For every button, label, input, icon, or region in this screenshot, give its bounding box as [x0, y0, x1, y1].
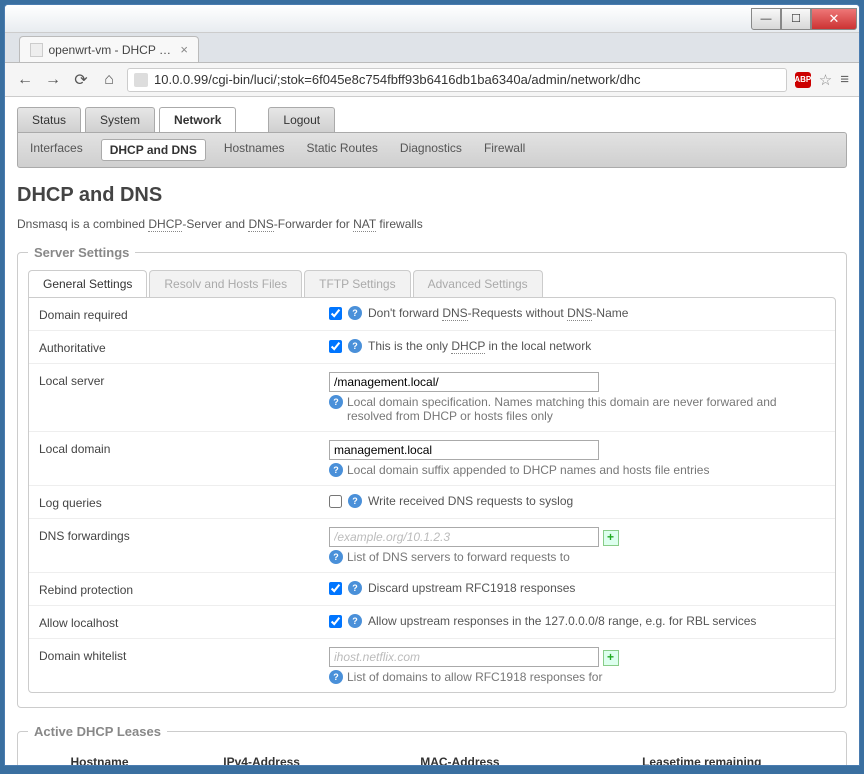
log-queries-label: Log queries: [39, 494, 329, 510]
subtab-interfaces[interactable]: Interfaces: [26, 139, 87, 161]
help-icon[interactable]: ?: [348, 581, 362, 595]
log-queries-checkbox[interactable]: [329, 495, 342, 508]
inner-tab-advanced[interactable]: Advanced Settings: [413, 270, 543, 297]
help-icon[interactable]: ?: [329, 550, 343, 564]
local-server-input[interactable]: [329, 372, 599, 392]
page-description: Dnsmasq is a combined DHCP-Server and DN…: [17, 217, 847, 231]
local-domain-input[interactable]: [329, 440, 599, 460]
rebind-protection-checkbox[interactable]: [329, 582, 342, 595]
local-domain-hint: Local domain suffix appended to DHCP nam…: [347, 463, 709, 477]
local-server-label: Local server: [39, 372, 329, 423]
col-leasetime: Leasetime remaining: [568, 749, 836, 765]
authoritative-checkbox[interactable]: [329, 340, 342, 353]
domain-required-text: Don't forward DNS-Requests without DNS-N…: [368, 306, 628, 320]
subtab-static-routes[interactable]: Static Routes: [303, 139, 382, 161]
allow-localhost-label: Allow localhost: [39, 614, 329, 630]
domain-required-label: Domain required: [39, 306, 329, 322]
inner-tab-resolv[interactable]: Resolv and Hosts Files: [149, 270, 302, 297]
add-entry-button[interactable]: [603, 650, 619, 666]
home-button[interactable]: ⌂: [99, 71, 119, 89]
rebind-protection-label: Rebind protection: [39, 581, 329, 597]
general-settings-panel: Domain required ? Don't forward DNS-Requ…: [28, 297, 836, 693]
adblock-icon[interactable]: ABP: [795, 72, 811, 88]
active-leases-legend: Active DHCP Leases: [28, 724, 167, 739]
dns-forwardings-label: DNS forwardings: [39, 527, 329, 564]
active-leases-table: Hostname IPv4-Address MAC-Address Leaset…: [28, 749, 836, 765]
sub-nav: Interfaces DHCP and DNS Hostnames Static…: [17, 132, 847, 168]
window-maximize-button[interactable]: ☐: [781, 8, 811, 30]
col-hostname: Hostname: [28, 749, 171, 765]
tab-logout[interactable]: Logout: [268, 107, 335, 132]
tab-close-icon[interactable]: ×: [180, 42, 188, 57]
help-icon[interactable]: ?: [329, 463, 343, 477]
dns-forwardings-hint: List of DNS servers to forward requests …: [347, 550, 570, 564]
page-favicon: [30, 43, 43, 57]
rebind-protection-text: Discard upstream RFC1918 responses: [368, 581, 575, 595]
server-settings-legend: Server Settings: [28, 245, 135, 260]
tab-network[interactable]: Network: [159, 107, 236, 132]
server-settings-fieldset: Server Settings General Settings Resolv …: [17, 245, 847, 708]
local-domain-label: Local domain: [39, 440, 329, 477]
subtab-firewall[interactable]: Firewall: [480, 139, 529, 161]
browser-toolbar: ← → ⟳ ⌂ ABP ☆ ≡: [5, 63, 859, 97]
subtab-dhcp-dns[interactable]: DHCP and DNS: [101, 139, 206, 161]
help-icon[interactable]: ?: [348, 494, 362, 508]
forward-button[interactable]: →: [43, 71, 63, 89]
help-icon[interactable]: ?: [329, 395, 343, 409]
tab-system[interactable]: System: [85, 107, 155, 132]
help-icon[interactable]: ?: [348, 339, 362, 353]
authoritative-label: Authoritative: [39, 339, 329, 355]
window-minimize-button[interactable]: —: [751, 8, 781, 30]
allow-localhost-text: Allow upstream responses in the 127.0.0.…: [368, 614, 756, 628]
browser-tab[interactable]: openwrt-vm - DHCP and ... ×: [19, 36, 199, 62]
browser-tab-title: openwrt-vm - DHCP and ...: [49, 43, 175, 57]
col-ipv4: IPv4-Address: [171, 749, 352, 765]
subtab-diagnostics[interactable]: Diagnostics: [396, 139, 466, 161]
browser-window: — ☐ ✕ openwrt-vm - DHCP and ... × ← → ⟳ …: [4, 4, 860, 766]
dns-forwardings-input[interactable]: [329, 527, 599, 547]
help-icon[interactable]: ?: [329, 670, 343, 684]
active-leases-fieldset: Active DHCP Leases Hostname IPv4-Address…: [17, 724, 847, 765]
inner-tab-tftp[interactable]: TFTP Settings: [304, 270, 410, 297]
local-server-hint: Local domain specification. Names matchi…: [347, 395, 825, 423]
domain-whitelist-hint: List of domains to allow RFC1918 respons…: [347, 670, 602, 684]
allow-localhost-checkbox[interactable]: [329, 615, 342, 628]
window-close-button[interactable]: ✕: [811, 8, 857, 30]
inner-tab-general[interactable]: General Settings: [28, 270, 147, 297]
site-identity-icon: [134, 73, 148, 87]
subtab-hostnames[interactable]: Hostnames: [220, 139, 289, 161]
help-icon[interactable]: ?: [348, 306, 362, 320]
main-nav: Status System Network Logout: [17, 107, 847, 132]
reload-button[interactable]: ⟳: [71, 70, 91, 90]
add-entry-button[interactable]: [603, 530, 619, 546]
authoritative-text: This is the only DHCP in the local netwo…: [368, 339, 591, 353]
col-mac: MAC-Address: [352, 749, 567, 765]
domain-required-checkbox[interactable]: [329, 307, 342, 320]
domain-whitelist-input[interactable]: [329, 647, 599, 667]
log-queries-text: Write received DNS requests to syslog: [368, 494, 573, 508]
bookmark-icon[interactable]: ☆: [819, 71, 832, 89]
back-button[interactable]: ←: [15, 71, 35, 89]
page-content: Status System Network Logout Interfaces …: [5, 97, 859, 765]
browser-tabstrip: openwrt-vm - DHCP and ... ×: [5, 33, 859, 63]
url-bar[interactable]: [127, 68, 787, 92]
page-title: DHCP and DNS: [17, 184, 847, 207]
domain-whitelist-label: Domain whitelist: [39, 647, 329, 684]
tab-status[interactable]: Status: [17, 107, 81, 132]
url-input[interactable]: [154, 72, 780, 87]
titlebar: — ☐ ✕: [5, 5, 859, 33]
settings-inner-tabs: General Settings Resolv and Hosts Files …: [28, 270, 836, 297]
browser-menu-button[interactable]: ≡: [840, 71, 849, 88]
help-icon[interactable]: ?: [348, 614, 362, 628]
